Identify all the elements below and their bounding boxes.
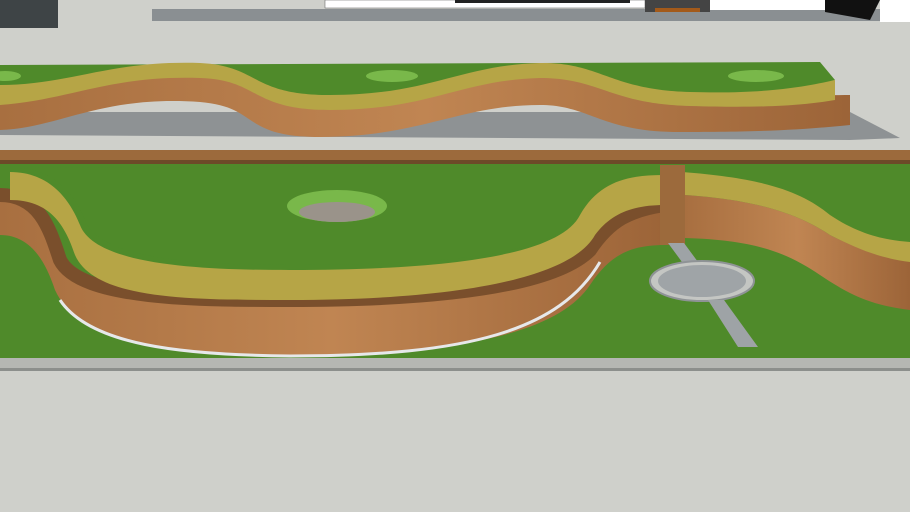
steps [660, 165, 685, 245]
upper-tree-ring-right [728, 70, 784, 82]
upper-planter-bed [0, 62, 900, 140]
far-pavement [152, 9, 892, 21]
tree-ring-gravel [299, 202, 375, 222]
upper-tree-ring-center [366, 70, 418, 82]
3d-model-viewport [0, 0, 910, 512]
